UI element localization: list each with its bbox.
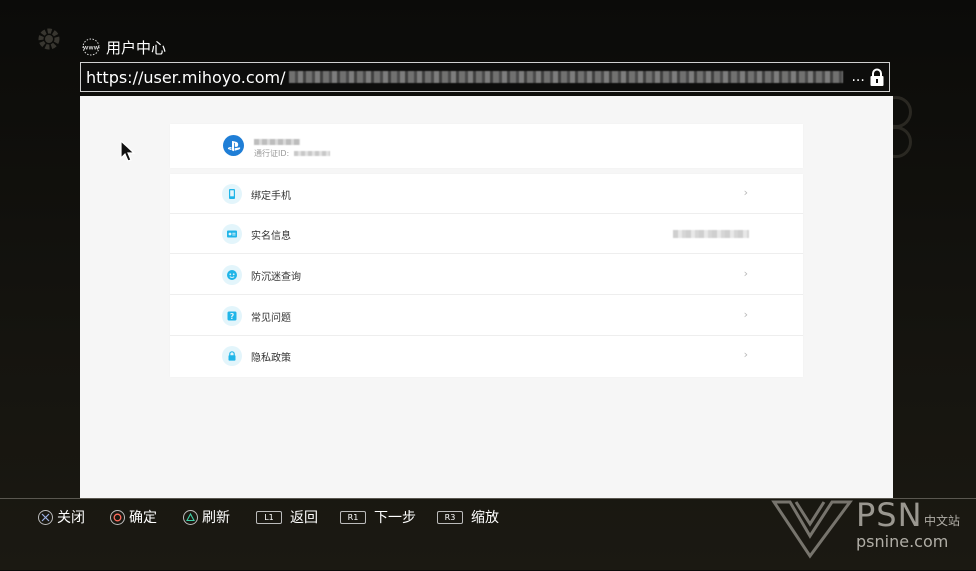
svg-text:www: www (83, 44, 100, 52)
id-card-icon (222, 224, 242, 244)
hint-label: 刷新 (202, 510, 230, 526)
menu-item-bind-phone[interactable]: 绑定手机 › (170, 174, 803, 214)
profile-card[interactable]: 通行证ID: (170, 124, 803, 168)
www-globe-icon: www (80, 38, 102, 56)
passport-id-redacted (294, 151, 330, 156)
passport-id-label: 通行证ID: (254, 149, 290, 158)
chevron-right-icon: › (743, 308, 748, 321)
menu-item-real-name[interactable]: 实名信息 (170, 214, 803, 254)
hint-label: 下一步 (374, 510, 416, 526)
anti-addiction-icon (222, 265, 242, 285)
phone-icon (222, 184, 242, 204)
menu-item-label: 防沉迷查询 (251, 272, 301, 283)
watermark-cn: 中文站 (924, 514, 961, 528)
real-name-value-redacted (673, 230, 749, 238)
url-text: https://user.mihoyo.com/ (86, 67, 286, 87)
address-bar[interactable]: https://user.mihoyo.com/ ... (80, 62, 890, 92)
hint-back[interactable]: L1 返回 (256, 507, 318, 527)
menu-item-label: 绑定手机 (251, 191, 291, 202)
chevron-right-icon: › (743, 186, 748, 199)
menu-item-privacy[interactable]: 隐私政策 › (170, 336, 803, 376)
menu-item-faq[interactable]: ? 常见问题 › (170, 296, 803, 336)
hint-close[interactable]: 关闭 (38, 507, 85, 527)
settings-gear-icon (38, 28, 60, 50)
l1-button-icon: L1 (256, 510, 282, 524)
r3-button-icon: R3 (437, 510, 463, 524)
watermark-domain: psnine.com (856, 532, 949, 551)
hint-refresh[interactable]: 刷新 (183, 507, 230, 527)
chevron-right-icon: › (743, 348, 748, 361)
profile-name-redacted (254, 139, 300, 145)
url-ellipsis: ... (851, 69, 865, 85)
secure-lock-icon (870, 68, 884, 86)
playstation-avatar-icon (223, 135, 244, 156)
menu-item-anti-addiction[interactable]: 防沉迷查询 › (170, 255, 803, 295)
hint-label: 关闭 (57, 510, 85, 526)
menu-item-label: 实名信息 (251, 231, 291, 242)
web-content: 通行证ID: 绑定手机 › 实名信息 防沉迷查询 › ? 常见问题 › 隐私政策… (80, 96, 893, 498)
watermark-brand: PSN (856, 496, 923, 534)
hint-label: 确定 (129, 510, 157, 526)
triangle-button-icon (183, 509, 198, 525)
hint-label: 返回 (290, 510, 318, 526)
svg-text:?: ? (230, 312, 234, 321)
hint-zoom[interactable]: R3 缩放 (437, 507, 499, 527)
browser-title-bar: www 用户中心 (80, 36, 166, 58)
chevron-right-icon: › (743, 267, 748, 280)
r1-button-icon: R1 (340, 510, 366, 524)
mouse-pointer-icon (120, 140, 136, 162)
question-icon: ? (222, 306, 242, 326)
menu-item-label: 常见问题 (251, 313, 291, 324)
hint-confirm[interactable]: 确定 (110, 507, 157, 527)
url-redacted (289, 71, 844, 83)
circle-button-icon (110, 509, 125, 525)
settings-menu: 绑定手机 › 实名信息 防沉迷查询 › ? 常见问题 › 隐私政策 › (170, 174, 803, 377)
menu-item-label: 隐私政策 (251, 353, 291, 364)
lock-icon (222, 346, 242, 366)
hint-label: 缩放 (471, 510, 499, 526)
page-title: 用户中心 (106, 38, 167, 57)
hint-next[interactable]: R1 下一步 (340, 507, 416, 527)
cross-button-icon (38, 509, 53, 525)
